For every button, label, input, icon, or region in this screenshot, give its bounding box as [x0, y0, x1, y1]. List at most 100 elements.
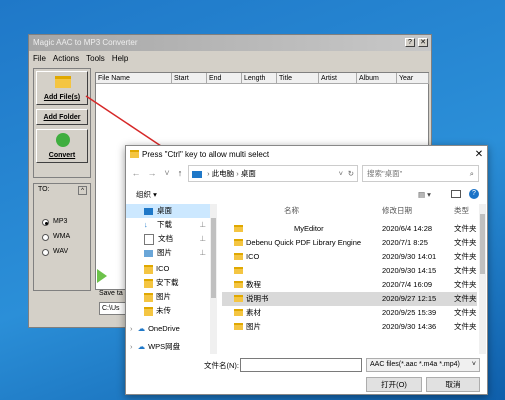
- file-name: Debenu Quick PDF Library Engine: [246, 238, 362, 247]
- forward-icon[interactable]: →: [146, 166, 158, 180]
- file-date: 2020/9/30 14:01: [382, 252, 437, 261]
- download-icon: ↓: [144, 220, 148, 229]
- expand-icon[interactable]: ›: [130, 324, 133, 333]
- file-date: 2020/9/25 15:39: [382, 308, 437, 317]
- tree-item-pictures[interactable]: 图片 ⊥: [126, 246, 210, 260]
- filename-input[interactable]: [240, 358, 362, 372]
- file-type-filter[interactable]: AAC files(*.aac *.m4a *.mp4) ˅: [366, 358, 480, 372]
- folder-icon: [234, 267, 243, 274]
- pin-icon: ⊥: [199, 234, 206, 243]
- tree-item-downloads[interactable]: ↓ 下载 ⊥: [126, 218, 210, 232]
- document-icon: [144, 233, 154, 245]
- file-type: 文件夹: [454, 322, 477, 331]
- file-row-selected[interactable]: 说明书 2020/9/27 12:15 文件夹: [222, 292, 477, 306]
- file-row[interactable]: 素材 2020/9/25 15:39 文件夹: [222, 306, 477, 320]
- tree-item-documents[interactable]: 文档 ⊥: [126, 232, 210, 246]
- folder-icon: [234, 281, 243, 288]
- dialog-title: Press "Ctrl" key to allow multi select: [142, 150, 270, 159]
- file-date: 2020/9/30 14:15: [382, 266, 437, 275]
- tree-item-weichuan[interactable]: 未传: [126, 304, 210, 318]
- open-button[interactable]: 打开(O): [366, 377, 422, 392]
- folder-icon: [234, 225, 243, 232]
- folder-icon: [144, 306, 153, 316]
- tree-scrollbar[interactable]: [210, 204, 217, 354]
- file-name: ICO: [246, 252, 260, 261]
- breadcrumb-separator: ›: [207, 169, 210, 178]
- search-input[interactable]: 搜索"桌面" ⌕: [362, 165, 479, 182]
- file-list-view: 名称 修改日期 类型 MyEditor 2020/6/4 14:28 文件夹 D…: [222, 204, 477, 354]
- list-scrollbar[interactable]: [479, 204, 486, 354]
- folder-icon: [234, 253, 243, 260]
- file-date: 2020/6/4 14:28: [382, 224, 433, 233]
- help-icon-dialog[interactable]: ?: [469, 189, 479, 199]
- desktop-icon: [144, 207, 153, 215]
- folder-icon: [144, 278, 153, 288]
- breadcrumb-this-pc[interactable]: 此电脑: [212, 169, 235, 178]
- folder-icon: [144, 264, 153, 274]
- file-type: 文件夹: [454, 252, 477, 261]
- breadcrumb-separator-2: ›: [236, 169, 239, 178]
- list-scroll-thumb[interactable]: [480, 214, 485, 274]
- file-type: 文件夹: [454, 308, 477, 317]
- recent-dropdown-icon[interactable]: ˅: [161, 166, 173, 180]
- file-row[interactable]: Debenu Quick PDF Library Engine 2020/7/1…: [222, 236, 477, 250]
- dialog-title-bar: Press "Ctrl" key to allow multi select: [126, 146, 487, 164]
- file-type: 文件夹: [454, 280, 477, 289]
- file-type: 文件夹: [454, 266, 477, 275]
- tree-item-anxiazai[interactable]: 安下载: [126, 276, 210, 290]
- file-name: MyEditor: [294, 224, 324, 233]
- file-date: 2020/9/27 12:15: [382, 294, 437, 303]
- folder-icon: [234, 295, 243, 302]
- pin-icon: ⊥: [199, 248, 206, 257]
- breadcrumb-desktop[interactable]: 桌面: [241, 169, 256, 178]
- file-name: 说明书: [246, 294, 269, 303]
- file-date: 2020/7/4 16:09: [382, 280, 433, 289]
- file-type: 文件夹: [454, 238, 477, 247]
- header-name[interactable]: 名称: [284, 204, 299, 218]
- expand-icon[interactable]: ›: [130, 342, 133, 351]
- pin-icon: ⊥: [199, 220, 206, 229]
- address-bar[interactable]: › 此电脑 › 桌面 ˅ ↻: [188, 165, 358, 182]
- tree-item-pictures-2[interactable]: 图片: [126, 290, 210, 304]
- dialog-app-icon: [130, 150, 139, 158]
- filename-label: 文件名(N):: [204, 361, 239, 370]
- picture-icon: [144, 249, 153, 257]
- search-icon: ⌕: [469, 169, 474, 178]
- tree-item-wps[interactable]: › ☁ WPS网盘: [126, 340, 210, 354]
- header-modified[interactable]: 修改日期: [382, 204, 412, 218]
- organize-menu[interactable]: 组织 ▾: [136, 190, 157, 199]
- chevron-down-icon: ˅: [471, 361, 476, 368]
- back-icon[interactable]: ←: [130, 166, 142, 180]
- cloud-icon: ☁: [137, 342, 146, 351]
- refresh-icon[interactable]: ↻: [348, 166, 354, 181]
- file-type: 文件夹: [454, 294, 477, 303]
- file-row[interactable]: 教程 2020/7/4 16:09 文件夹: [222, 278, 477, 292]
- folder-icon: [234, 309, 243, 316]
- tree-item-onedrive[interactable]: › ☁ OneDrive: [126, 322, 210, 336]
- address-dropdown-icon[interactable]: ˅: [339, 166, 343, 181]
- tree-item-desktop[interactable]: 桌面: [126, 204, 210, 218]
- cancel-button[interactable]: 取消: [426, 377, 480, 392]
- up-icon[interactable]: ↑: [174, 166, 186, 180]
- file-row[interactable]: 图片 2020/9/30 14:36 文件夹: [222, 320, 477, 334]
- file-name: 图片: [246, 322, 261, 331]
- navigation-pane: 桌面 ↓ 下载 ⊥ 文档 ⊥ 图片 ⊥ ICO 安下载 图片 未传 › ☁ OneD…: [126, 204, 218, 354]
- cloud-icon: ☁: [137, 324, 146, 333]
- dialog-toolbar: 组织 ▾ ▤ ▾ ?: [126, 186, 487, 203]
- file-row[interactable]: ICO 2020/9/30 14:01 文件夹: [222, 250, 477, 264]
- file-row[interactable]: MyEditor 2020/6/4 14:28 文件夹: [222, 222, 477, 236]
- folder-icon: [144, 292, 153, 302]
- tree-item-ico[interactable]: ICO: [126, 262, 210, 276]
- header-type[interactable]: 类型: [454, 204, 469, 218]
- tree-scroll-thumb[interactable]: [211, 218, 216, 298]
- file-date: 2020/7/1 8:25: [382, 238, 428, 247]
- dialog-close-icon[interactable]: ✕: [472, 148, 486, 162]
- view-options-icon[interactable]: ▤ ▾: [418, 186, 431, 203]
- file-name: 教程: [246, 280, 261, 289]
- file-type: 文件夹: [454, 224, 477, 233]
- pc-icon: [192, 170, 202, 178]
- preview-pane-icon[interactable]: [451, 190, 461, 198]
- file-row[interactable]: 2020/9/30 14:15 文件夹: [222, 264, 477, 278]
- file-date: 2020/9/30 14:36: [382, 322, 437, 331]
- folder-icon: [234, 323, 243, 330]
